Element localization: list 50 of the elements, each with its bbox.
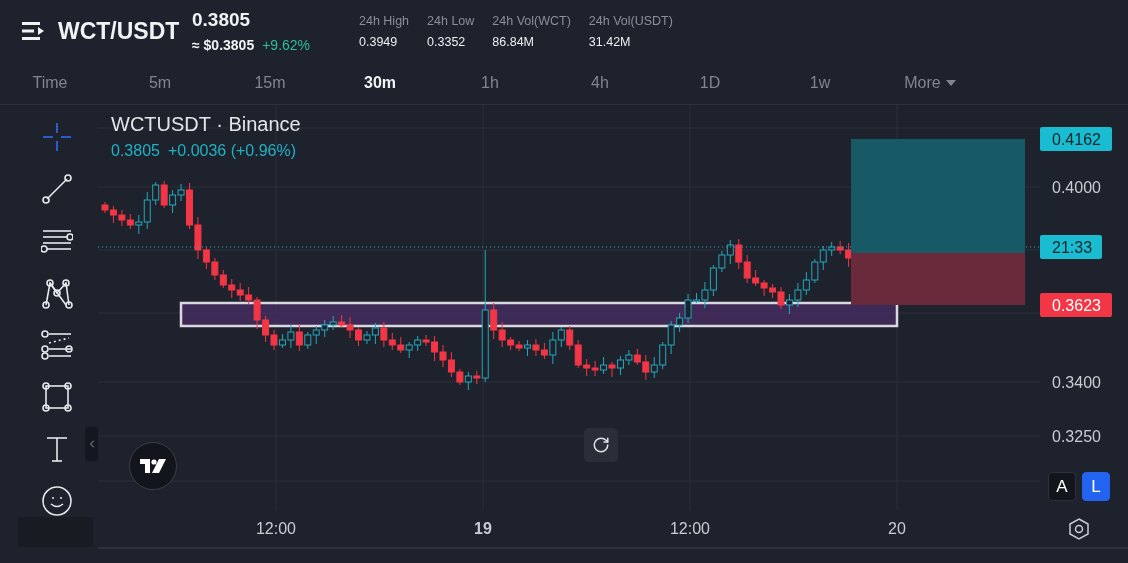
settings-icon[interactable] — [1069, 518, 1089, 540]
stat-label: 24h High — [359, 13, 410, 28]
timeframe-tab[interactable]: 5m — [105, 70, 215, 96]
timeframe-tab[interactable]: 30m — [325, 70, 435, 96]
timeframe-tab[interactable]: 1h — [435, 70, 545, 96]
menu-icon[interactable] — [22, 21, 46, 41]
crosshair-icon — [41, 121, 73, 153]
more-dropdown[interactable]: More — [875, 70, 985, 96]
timeframe-tab[interactable]: 4h — [545, 70, 655, 96]
scale-button[interactable]: A — [1048, 472, 1076, 501]
stat-value: 0.3949 — [359, 34, 399, 49]
price-tag: 21:33 — [1040, 235, 1102, 259]
time-axis-label: 12:00 — [256, 520, 296, 537]
trendline-icon — [41, 173, 73, 205]
timeframe-tab[interactable]: 1D — [655, 70, 765, 96]
price-axis-label: 0.3250 — [1052, 428, 1101, 445]
stat-value: 31.42M — [588, 34, 632, 49]
pair-title: WCT/USDT — [58, 17, 181, 45]
stat-label: 24h Vol(WCT) — [492, 13, 571, 28]
shape-icon — [41, 381, 73, 413]
emoji-icon — [41, 485, 73, 517]
legend-price: 0.3805 — [111, 142, 160, 160]
time-axis-label: 19 — [474, 520, 492, 537]
stat-value: 86.84M — [492, 34, 535, 49]
usd-price: ≈ $0.3805 — [192, 37, 255, 53]
stat-label: 24h Low — [427, 13, 475, 28]
last-price: 0.3805 — [192, 9, 252, 31]
price-tag: 0.4162 — [1040, 127, 1112, 151]
chart-symbol: WCTUSDT · Binance — [111, 113, 301, 136]
collapse-handle[interactable] — [85, 427, 98, 461]
timeframe-tab[interactable]: 15m — [215, 70, 325, 96]
timeframe-tab[interactable]: 1w — [765, 70, 875, 96]
forecast-icon — [41, 329, 73, 361]
pattern-icon — [41, 277, 73, 309]
reset-icon — [592, 436, 610, 454]
price-tag: 0.3623 — [1040, 293, 1112, 317]
legend-change: +0.0036 (+0.96%) — [167, 142, 297, 160]
caret-icon — [945, 80, 956, 86]
reset-button[interactable] — [584, 428, 618, 462]
time-axis-label: 20 — [888, 520, 906, 537]
stat-value: 0.3352 — [427, 34, 467, 49]
price-axis-label: 0.3400 — [1052, 374, 1101, 391]
logo-icon — [140, 459, 166, 473]
stat-label: 24h Vol(USDT) — [588, 13, 673, 28]
timeframe-tab[interactable]: Time — [0, 70, 105, 96]
price-axis-label: 0.4000 — [1052, 179, 1101, 196]
price-change: +9.62% — [262, 37, 311, 53]
time-axis-label: 12:00 — [670, 520, 710, 537]
scale-button[interactable]: L — [1082, 472, 1110, 501]
chart-logo[interactable] — [129, 442, 177, 490]
